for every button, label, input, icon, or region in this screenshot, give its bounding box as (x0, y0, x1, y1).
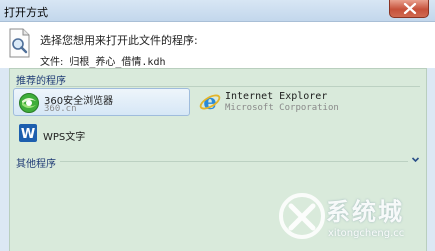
file-search-icon (9, 28, 30, 58)
window-title: 打开方式 (4, 6, 48, 19)
open-with-dialog: 打开方式 选择您想用来打开此文件的程序: 文件: 归根_养心_借情.kdh 推荐的… (0, 0, 435, 251)
file-label: 文件: (40, 57, 64, 68)
other-programs-label: 其他程序 (16, 159, 56, 170)
chevron-down-icon[interactable] (411, 155, 420, 164)
program-name: WPS文字 (43, 132, 86, 143)
site-logo-icon (279, 193, 325, 239)
recommended-label: 推荐的程序 (16, 76, 66, 87)
program-publisher: 360.cn (44, 104, 77, 114)
group-divider (16, 86, 420, 87)
watermark-text: 系统城 (326, 198, 404, 226)
dialog-prompt: 选择您想用来打开此文件的程序: (40, 34, 198, 47)
watermark-url: xitongcheng.cc (328, 228, 405, 239)
close-button[interactable] (389, 0, 429, 18)
other-programs-header[interactable]: 其他程序 (10, 153, 426, 170)
program-name: Internet Explorer (225, 91, 328, 102)
program-item-wps[interactable]: W WPS文字 (13, 119, 190, 147)
svg-text:e: e (203, 91, 216, 113)
program-item-ie[interactable]: e Internet Explorer Microsoft Corporatio… (195, 88, 395, 116)
program-publisher: Microsoft Corporation (225, 103, 339, 113)
program-item-360[interactable]: 360安全浏览器 360.cn (13, 88, 190, 116)
internet-explorer-icon: e (199, 91, 221, 113)
title-bar[interactable]: 打开方式 (0, 0, 435, 22)
svg-text:W: W (21, 127, 35, 142)
dialog-header: 选择您想用来打开此文件的程序: 文件: 归根_养心_借情.kdh (0, 22, 435, 68)
close-icon (403, 3, 417, 14)
file-line: 文件: 归根_养心_借情.kdh (40, 53, 166, 68)
recommended-group-header: 推荐的程序 (10, 69, 426, 87)
watermark: 系统城 xitongcheng.cc (274, 180, 435, 251)
browser-360-icon (19, 93, 39, 113)
group-divider (60, 161, 408, 162)
file-name: 归根_养心_借情.kdh (69, 57, 166, 68)
wps-writer-icon: W (19, 124, 37, 142)
